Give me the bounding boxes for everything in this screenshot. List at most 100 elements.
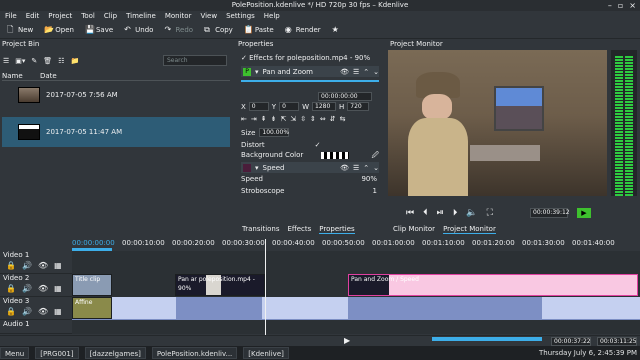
align-icon[interactable]: ⇤⇥⇞⇟⇱⇲⇳⇕⇔⇵⇆ — [241, 115, 350, 123]
play-icon[interactable]: ▶ — [344, 336, 350, 345]
play-zone-icon[interactable]: ▶ — [577, 208, 591, 218]
zoom-slider[interactable] — [432, 337, 542, 341]
menu-clip[interactable]: Clip — [104, 11, 117, 22]
transition-region[interactable] — [262, 297, 348, 319]
collapse-icon[interactable]: ▾ — [255, 164, 259, 172]
open-button[interactable]: 📂 Open — [40, 23, 78, 37]
clip-panzoom-speed[interactable]: Pan and Zoom / Speed — [348, 274, 638, 296]
list-view-icon[interactable]: ☷ — [58, 57, 64, 65]
task-kdenlive[interactable]: [Kdenlive] — [243, 347, 289, 359]
w-input[interactable]: 1280 — [312, 102, 336, 111]
keyframe-timecode[interactable]: 00:00:00:00 — [318, 92, 372, 101]
task-poleposition[interactable]: PolePosition.kdenliv... — [151, 347, 238, 359]
track-video3[interactable]: Affine — [72, 297, 640, 320]
maximize-button[interactable]: ▫ — [618, 1, 623, 10]
clip-title[interactable]: Title clip — [72, 274, 112, 296]
col-date[interactable]: Date — [40, 72, 57, 80]
chevron-down-icon[interactable]: ⌄ — [373, 164, 379, 172]
bin-item-selected[interactable]: 2017-07-05 11:47 AM — [2, 117, 230, 147]
monitor-timecode[interactable]: 00:00:39:12 — [530, 208, 570, 218]
track-video2[interactable]: Title clip Pan ar poleposition.mp4 - 90%… — [72, 274, 640, 297]
hide-icon[interactable]: 👁 — [38, 261, 48, 270]
tab-clip-monitor[interactable]: Clip Monitor — [393, 225, 435, 234]
tab-project-monitor[interactable]: Project Monitor — [443, 225, 496, 234]
timeline-ruler[interactable]: 00:00:00:00 00:00:10:00 00:00:20:00 00:0… — [72, 239, 640, 251]
playhead[interactable] — [265, 239, 266, 335]
menu-view[interactable]: View — [200, 11, 217, 22]
size-input[interactable]: 100.00% — [259, 128, 290, 137]
close-button[interactable]: × — [629, 1, 636, 10]
bin-item[interactable]: 2017-07-05 7:56 AM — [2, 80, 230, 110]
x-input[interactable]: 0 — [248, 102, 269, 111]
redo-button[interactable]: ↷ Redo — [160, 23, 197, 37]
track-audio1[interactable] — [72, 320, 640, 334]
col-name[interactable]: Name — [2, 72, 40, 80]
clip-affine[interactable]: Affine — [72, 297, 112, 319]
visibility-icon[interactable]: 👁 — [340, 68, 349, 76]
play-icon[interactable]: ⏯ — [437, 208, 444, 218]
transition-region[interactable] — [542, 297, 640, 319]
effect-pan-zoom-header[interactable]: P ▾ Pan and Zoom 👁 ☰ ⌃ ⌄ — [241, 66, 379, 77]
menu-edit[interactable]: Edit — [26, 11, 40, 22]
keyframe-bar[interactable] — [241, 80, 379, 82]
menu-monitor[interactable]: Monitor — [165, 11, 192, 22]
save-button[interactable]: 💾 Save — [81, 23, 117, 37]
hide-icon[interactable]: 👁 — [38, 307, 48, 316]
strobo-value[interactable]: 1 — [373, 186, 379, 196]
prev-frame-icon[interactable]: ⏴ — [423, 208, 428, 218]
task-dazzelgames[interactable]: [dazzelgames] — [84, 347, 146, 359]
expand-icon[interactable]: ⌃ — [363, 68, 369, 76]
fullscreen-icon[interactable]: ⛶ — [487, 208, 493, 218]
add-clip-icon[interactable]: ▣▾ — [15, 57, 25, 65]
paste-button[interactable]: 📋 Paste — [240, 23, 278, 37]
mute-icon[interactable]: 🔊 — [22, 284, 32, 293]
chevron-down-icon[interactable]: ⌄ — [373, 68, 379, 76]
task-prg001[interactable]: [PRG001] — [35, 347, 79, 359]
tab-properties[interactable]: Properties — [319, 225, 355, 234]
eyedropper-icon[interactable]: 🖉 — [372, 150, 379, 160]
delete-icon[interactable]: 🗑 — [43, 57, 52, 65]
menu-icon[interactable]: ☰ — [353, 68, 359, 76]
menu-icon[interactable]: ☰ — [353, 164, 359, 172]
mute-icon[interactable]: 🔊 — [22, 307, 32, 316]
effects-icon[interactable]: ▦ — [54, 284, 62, 293]
menu-settings[interactable]: Settings — [226, 11, 255, 22]
folder-icon[interactable]: 📁 — [70, 57, 79, 65]
expand-icon[interactable]: ⌃ — [363, 164, 369, 172]
video-preview[interactable] — [388, 50, 607, 196]
menu-icon[interactable]: ☰ — [3, 57, 9, 65]
menu-timeline[interactable]: Timeline — [126, 11, 156, 22]
lock-icon[interactable]: 🔒 — [6, 307, 16, 316]
tab-transitions[interactable]: Transitions — [242, 225, 280, 234]
speed-value[interactable]: 90% — [361, 174, 379, 184]
clip-poleposition[interactable]: Pan ar poleposition.mp4 - 90% — [175, 274, 265, 296]
next-frame-icon[interactable]: ⏵ — [453, 208, 458, 218]
color-swatch[interactable] — [321, 152, 350, 159]
lock-icon[interactable]: 🔒 — [6, 261, 16, 270]
mute-icon[interactable]: 🔊 — [22, 261, 32, 270]
transition-region[interactable] — [112, 297, 176, 319]
start-menu-button[interactable]: Menu — [0, 347, 30, 359]
h-input[interactable]: 720 — [347, 102, 370, 111]
check-icon[interactable]: ✓ — [241, 54, 247, 62]
effects-icon[interactable]: ▦ — [54, 261, 62, 270]
bin-search-input[interactable]: Search — [163, 55, 227, 66]
menu-file[interactable]: File — [5, 11, 17, 22]
menu-tool[interactable]: Tool — [81, 11, 95, 22]
hide-icon[interactable]: 👁 — [38, 284, 48, 293]
menu-help[interactable]: Help — [264, 11, 280, 22]
tab-effects[interactable]: Effects — [288, 225, 312, 234]
favorite-button[interactable]: ★ — [328, 23, 344, 37]
volume-icon[interactable]: 🔈 — [466, 208, 477, 218]
track-video1[interactable] — [72, 251, 640, 274]
undo-button[interactable]: ↶ Undo — [120, 23, 157, 37]
visibility-icon[interactable]: 👁 — [340, 164, 349, 172]
render-button[interactable]: ◉ Render — [281, 23, 325, 37]
menu-project[interactable]: Project — [48, 11, 72, 22]
copy-button[interactable]: ⧉ Copy — [200, 23, 237, 37]
effect-speed-header[interactable]: ▾ Speed 👁 ☰ ⌃ ⌄ — [241, 162, 379, 173]
distort-checkbox[interactable]: ✓ — [315, 140, 321, 150]
edit-icon[interactable]: ✎ — [31, 57, 37, 65]
new-button[interactable]: 🗋 New — [3, 23, 37, 37]
skip-back-icon[interactable]: ⏮ — [406, 208, 414, 218]
